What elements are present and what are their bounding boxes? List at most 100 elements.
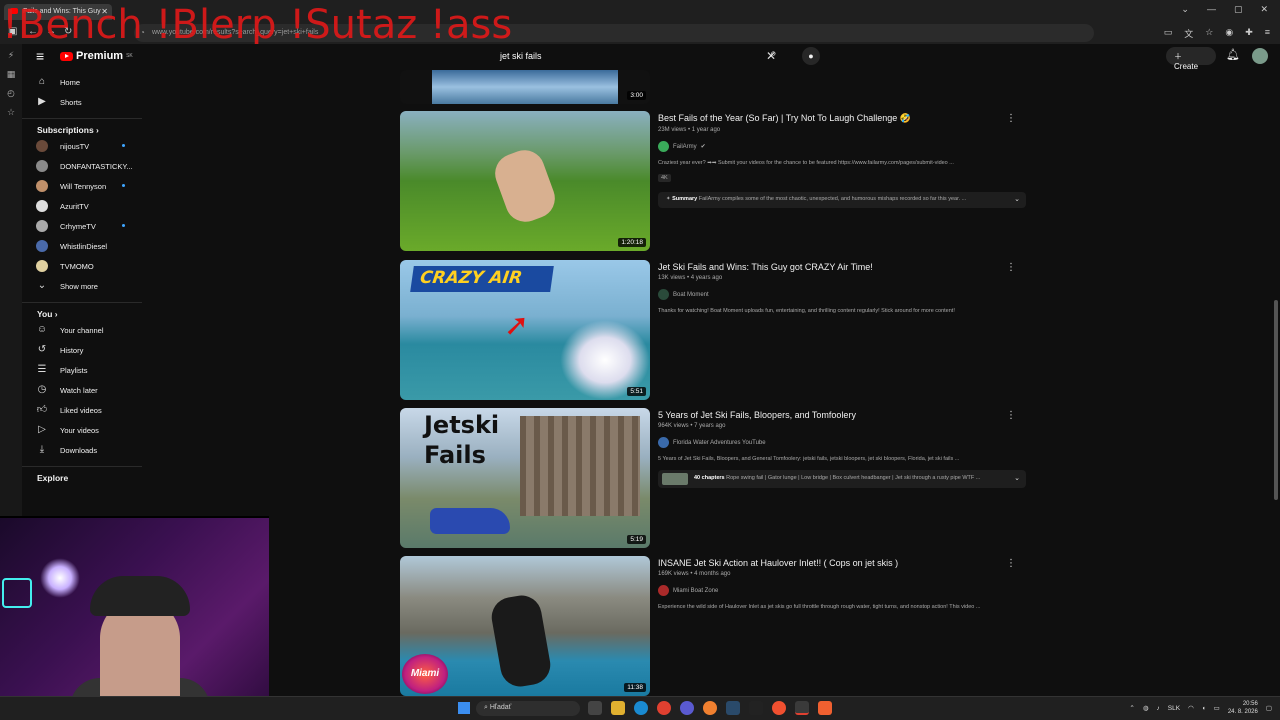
taskbar-search[interactable]: ⌕ Hľadať [476,701,580,716]
more-options-icon[interactable]: ⋮ [1006,262,1016,273]
avatar[interactable] [1252,48,1268,64]
close-window-icon[interactable]: ✕ [1260,4,1268,15]
subscriptions-heading[interactable]: Subscriptions › [22,118,142,136]
video-title[interactable]: 5 Years of Jet Ski Fails, Bloopers, and … [658,410,1028,420]
video-result[interactable]: CRAZY AIR ➚ 5:51 Jet Ski Fails and Wins:… [400,260,1040,402]
task-view-icon[interactable] [588,701,602,715]
sidebar-item-channel[interactable]: WhistlinDiesel [22,236,142,256]
video-description: Thanks for watching! Boat Moment uploads… [658,308,955,314]
side-strip-icon[interactable]: ⚡ [0,50,22,61]
video-thumbnail[interactable]: 1:20:18 [400,111,650,251]
network-icon[interactable]: ◍ [1143,704,1149,712]
cast-icon[interactable]: ▭ [1164,27,1173,40]
sidebar-item-liked-videos[interactable]: 👍︎ Liked videos [22,400,142,420]
notifications-icon[interactable]: ▢ [1266,704,1272,712]
volume-icon[interactable]: ♪ [1157,705,1160,712]
chevron-down-icon: ⌄ [37,280,47,291]
channel-link[interactable]: Florida Water Adventures YouTube [658,437,1028,448]
wifi-icon[interactable]: ◠ [1188,704,1194,712]
video-result[interactable]: 1:20:18 Best Fails of the Year (So Far) … [400,111,1040,253]
star-icon[interactable]: ☆ [1205,27,1213,40]
language-indicator[interactable]: SLK [1168,705,1180,712]
extensions-icon[interactable]: ✚ [1245,27,1253,40]
profile-icon[interactable]: ◉ [1225,27,1233,40]
address-bar[interactable]: ◔ www.youtube.com/results?search_query=j… [134,24,1094,42]
sidebar-item-channel[interactable]: AzuritTV [22,196,142,216]
channel-link[interactable]: Miami Boat Zone [658,585,1028,596]
firefox-icon[interactable] [703,701,717,715]
youtube-logo[interactable]: Premium SK [60,50,133,62]
sidebar-item-playlists[interactable]: ☰ Playlists [22,360,142,380]
steam-icon[interactable] [726,701,740,715]
video-thumbnail[interactable]: CRAZY AIR ➚ 5:51 [400,260,650,400]
sidebar-item-channel[interactable]: TVMOMO [22,256,142,276]
side-strip-icon[interactable]: ☆ [0,107,22,118]
more-options-icon[interactable]: ⋮ [1006,558,1016,569]
sidebar-item-downloads[interactable]: ⤓ Downloads [22,440,142,460]
reload-icon[interactable]: ↻ [64,26,72,37]
speaker-icon[interactable]: ◖ [1202,705,1206,712]
windows-start-icon[interactable] [458,702,470,714]
discord-icon[interactable] [680,701,694,715]
battery-icon[interactable]: ▭ [1214,704,1220,712]
back-icon[interactable]: ← [28,26,38,37]
notifications-bell-icon[interactable]: 🔔︎ [1226,48,1240,61]
video-title[interactable]: Jet Ski Fails and Wins: This Guy got CRA… [658,262,1028,272]
obs-icon[interactable] [749,701,763,715]
video-result[interactable]: Jetski Fails 5:19 5 Years of Jet Ski Fai… [400,408,1040,550]
scrollbar-thumb[interactable] [1274,300,1278,500]
sidebar-item-history[interactable]: ↺ History [22,340,142,360]
browser-app-icon[interactable] [772,701,786,715]
scrollbar[interactable] [1273,70,1279,696]
chevron-down-icon[interactable]: ⌄ [1014,474,1020,482]
clock[interactable]: 20:56 24. 8. 2026 [1228,700,1258,716]
close-tab-icon[interactable]: ✕ [101,7,108,16]
menu-icon[interactable]: ≡ [1265,27,1270,40]
video-thumbnail[interactable]: 3:00 [400,70,650,104]
sidebar-item-home[interactable]: ⌂ Home [22,72,142,92]
sidebar-item-watch-later[interactable]: ◷ Watch later [22,380,142,400]
minimize-icon[interactable]: — [1207,4,1216,15]
tray-chevron-icon[interactable]: ⌃ [1129,704,1134,712]
more-options-icon[interactable]: ⋮ [1006,410,1016,421]
maximize-icon[interactable]: ▢ [1234,4,1243,15]
file-explorer-icon[interactable] [611,701,625,715]
video-result[interactable]: 3:00 [400,70,1040,104]
chevron-down-icon[interactable]: ⌄ [1014,195,1020,203]
chapters-box[interactable]: 40 chapters Rope swing fail | Gator lung… [658,470,1026,488]
active-app-icon[interactable] [795,701,809,715]
channel-link[interactable]: Boat Moment [658,289,1028,300]
microphone-icon[interactable]: ● [802,47,820,65]
video-thumbnail[interactable]: Jetski Fails 5:19 [400,408,650,548]
sidebar-item-channel[interactable]: CrhymeTV [22,216,142,236]
video-thumbnail[interactable]: Miami 11:38 [400,556,650,696]
search-input[interactable]: jet ski fails ✕ [490,47,776,67]
forward-icon[interactable]: → [46,26,56,37]
you-heading[interactable]: You › [22,302,142,320]
sidebar-toggle-icon[interactable]: ▣ [8,26,17,37]
show-more-button[interactable]: ⌄ Show more [22,276,142,296]
sidebar-item-your-channel[interactable]: ☺ Your channel [22,320,142,340]
chrome-icon[interactable] [657,701,671,715]
sidebar-item-your-videos[interactable]: ▷ Your videos [22,420,142,440]
channel-link[interactable]: FailArmy ✔ [658,141,1028,152]
more-options-icon[interactable]: ⋮ [1006,113,1016,124]
chevron-down-icon[interactable]: ⌄ [1181,4,1189,15]
sidebar-item-channel[interactable]: Will Tennyson [22,176,142,196]
sidebar-item-channel[interactable]: DONFANTASTICKY... [22,156,142,176]
sidebar-item-channel[interactable]: nijousTV [22,136,142,156]
brave-icon[interactable] [818,701,832,715]
video-title[interactable]: Best Fails of the Year (So Far) | Try No… [658,113,1028,124]
video-result[interactable]: Miami 11:38 INSANE Jet Ski Action at Hau… [400,556,1040,696]
summary-box[interactable]: ✦ Summary FailArmy compiles some of the … [658,192,1026,208]
search-icon[interactable]: ⌕ [770,46,788,66]
browser-tab[interactable]: Fails and Wins: This Guy ✕ [4,4,112,20]
sidebar-item-shorts[interactable]: ▶ Shorts [22,92,142,112]
translate-icon[interactable]: 文 [1184,27,1193,40]
side-strip-icon[interactable]: ◴ [0,88,22,99]
create-button[interactable]: ＋ Create [1166,47,1216,71]
video-title[interactable]: INSANE Jet Ski Action at Haulover Inlet!… [658,558,1028,568]
side-strip-icon[interactable]: ▦ [0,69,22,80]
edge-icon[interactable] [634,701,648,715]
hamburger-icon[interactable]: ≡ [36,48,44,64]
